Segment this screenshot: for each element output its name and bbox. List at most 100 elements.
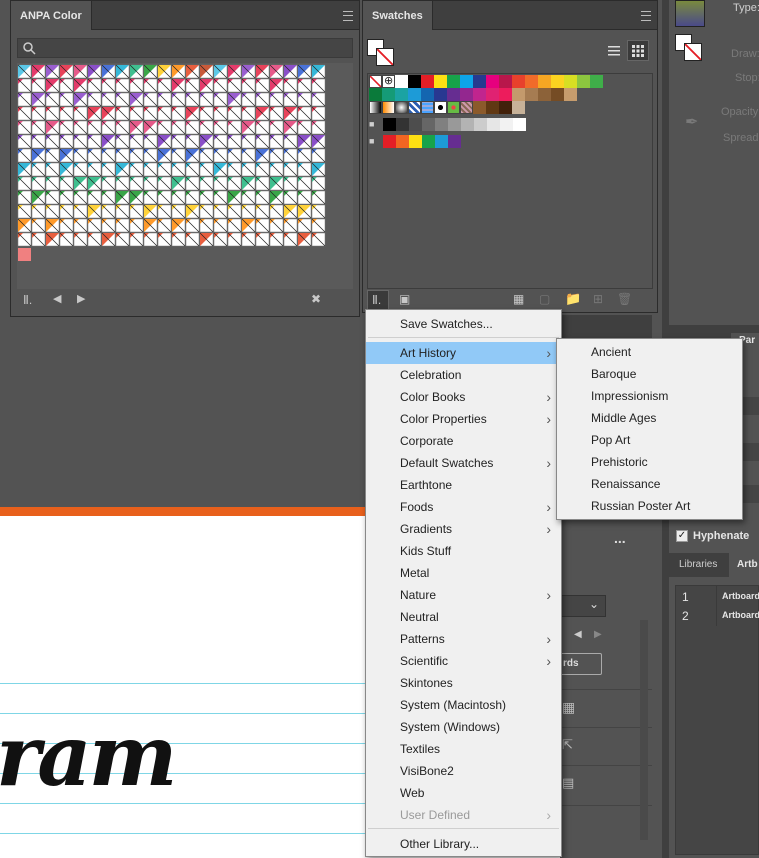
anpa-swatch[interactable]: [199, 106, 214, 121]
anpa-swatch[interactable]: [101, 190, 116, 205]
anpa-swatch[interactable]: [87, 106, 102, 121]
anpa-swatch[interactable]: [199, 204, 214, 219]
folder-icon[interactable]: ■: [369, 118, 382, 131]
anpa-swatch[interactable]: [59, 78, 74, 93]
anpa-swatch[interactable]: [157, 204, 172, 219]
anpa-swatch[interactable]: [87, 78, 102, 93]
swatch-chip[interactable]: [435, 118, 448, 131]
anpa-swatch[interactable]: [269, 190, 284, 205]
swatch-chip[interactable]: [383, 135, 396, 148]
anpa-swatch[interactable]: [171, 148, 186, 163]
anpa-swatch[interactable]: [283, 204, 298, 219]
anpa-swatch[interactable]: [17, 148, 32, 163]
anpa-swatch[interactable]: [297, 162, 312, 177]
anpa-swatch[interactable]: [31, 78, 46, 93]
anpa-swatch[interactable]: [17, 176, 32, 191]
anpa-swatch[interactable]: [171, 120, 186, 135]
anpa-swatch[interactable]: [185, 218, 200, 233]
anpa-swatch[interactable]: [45, 204, 60, 219]
gradient-swatch[interactable]: [382, 101, 395, 114]
anpa-swatch[interactable]: [129, 162, 144, 177]
anpa-swatch[interactable]: [17, 162, 32, 177]
swatch-chip[interactable]: [434, 75, 447, 88]
folder-icon[interactable]: ■: [369, 135, 382, 148]
anpa-swatch[interactable]: [115, 78, 130, 93]
swatch-chip[interactable]: [486, 101, 499, 114]
anpa-swatch[interactable]: [45, 120, 60, 135]
anpa-swatch[interactable]: [255, 204, 270, 219]
anpa-swatch[interactable]: [17, 64, 32, 79]
anpa-swatch[interactable]: [171, 92, 186, 107]
anpa-swatch[interactable]: [241, 204, 256, 219]
anpa-swatch[interactable]: [59, 134, 74, 149]
anpa-swatch[interactable]: [45, 106, 60, 121]
anpa-swatch[interactable]: [185, 204, 200, 219]
anpa-swatch[interactable]: [311, 232, 326, 247]
anpa-swatch[interactable]: [73, 78, 88, 93]
anpa-swatch[interactable]: [31, 92, 46, 107]
swatch-chip[interactable]: [396, 118, 409, 131]
anpa-swatch[interactable]: [311, 64, 326, 79]
library-icon[interactable]: Ⅱ.: [23, 293, 32, 307]
anpa-swatch[interactable]: [227, 148, 242, 163]
swatch-chip[interactable]: [499, 88, 512, 101]
anpa-swatch[interactable]: [283, 218, 298, 233]
anpa-swatch[interactable]: [213, 92, 228, 107]
anpa-swatch[interactable]: [311, 176, 326, 191]
anpa-swatch[interactable]: [129, 78, 144, 93]
anpa-swatch[interactable]: [283, 120, 298, 135]
menu-item[interactable]: VisiBone2: [366, 760, 561, 782]
swatch-chip[interactable]: [447, 75, 460, 88]
pattern-swatch[interactable]: [460, 101, 473, 114]
anpa-swatch[interactable]: [311, 134, 326, 149]
anpa-swatch[interactable]: [311, 190, 326, 205]
anpa-swatch[interactable]: [31, 134, 46, 149]
anpa-swatch[interactable]: [213, 106, 228, 121]
anpa-swatch[interactable]: [17, 106, 32, 121]
anpa-swatch[interactable]: [157, 134, 172, 149]
anpa-swatch[interactable]: [101, 232, 116, 247]
transparency-icon[interactable]: ▦: [562, 699, 575, 716]
anpa-swatch[interactable]: [17, 204, 32, 219]
anpa-swatch[interactable]: [241, 78, 256, 93]
anpa-swatch[interactable]: [157, 64, 172, 79]
stroke-swatch[interactable]: [376, 48, 394, 66]
anpa-swatch[interactable]: [227, 232, 242, 247]
anpa-swatch[interactable]: [311, 92, 326, 107]
anpa-swatch[interactable]: [269, 64, 284, 79]
anpa-swatch[interactable]: [241, 120, 256, 135]
anpa-swatch[interactable]: [115, 120, 130, 135]
swatch-chip[interactable]: [369, 88, 382, 101]
anpa-swatch[interactable]: [185, 134, 200, 149]
anpa-swatch[interactable]: [31, 190, 46, 205]
anpa-swatch[interactable]: [255, 162, 270, 177]
swatch-chip[interactable]: [512, 101, 525, 114]
menu-item[interactable]: Web: [366, 782, 561, 804]
prev-icon[interactable]: ◀: [574, 629, 582, 640]
swatch-chip[interactable]: [512, 88, 525, 101]
anpa-swatch[interactable]: [73, 176, 88, 191]
anpa-swatch[interactable]: [283, 92, 298, 107]
anpa-swatch[interactable]: [59, 204, 74, 219]
artboards-button[interactable]: rds: [560, 653, 602, 675]
swatch-chip[interactable]: [383, 118, 396, 131]
anpa-swatch[interactable]: [45, 92, 60, 107]
align-icon[interactable]: ▤: [562, 775, 574, 791]
anpa-swatch[interactable]: [199, 162, 214, 177]
anpa-swatch[interactable]: [129, 134, 144, 149]
anpa-swatch[interactable]: [185, 162, 200, 177]
swatch-chip[interactable]: [408, 88, 421, 101]
anpa-swatch[interactable]: [255, 134, 270, 149]
submenu-item[interactable]: Baroque: [557, 363, 742, 385]
anpa-swatch[interactable]: [73, 64, 88, 79]
options-icon[interactable]: ▢: [539, 292, 550, 306]
anpa-swatch[interactable]: [213, 64, 228, 79]
anpa-swatch[interactable]: [157, 190, 172, 205]
menu-item[interactable]: Gradients ›: [366, 518, 561, 540]
list-view-icon[interactable]: [603, 41, 625, 61]
anpa-swatch[interactable]: [255, 218, 270, 233]
swatch-chip[interactable]: [473, 88, 486, 101]
anpa-swatch[interactable]: [311, 218, 326, 233]
anpa-swatch[interactable]: [115, 176, 130, 191]
anpa-swatch[interactable]: [269, 148, 284, 163]
